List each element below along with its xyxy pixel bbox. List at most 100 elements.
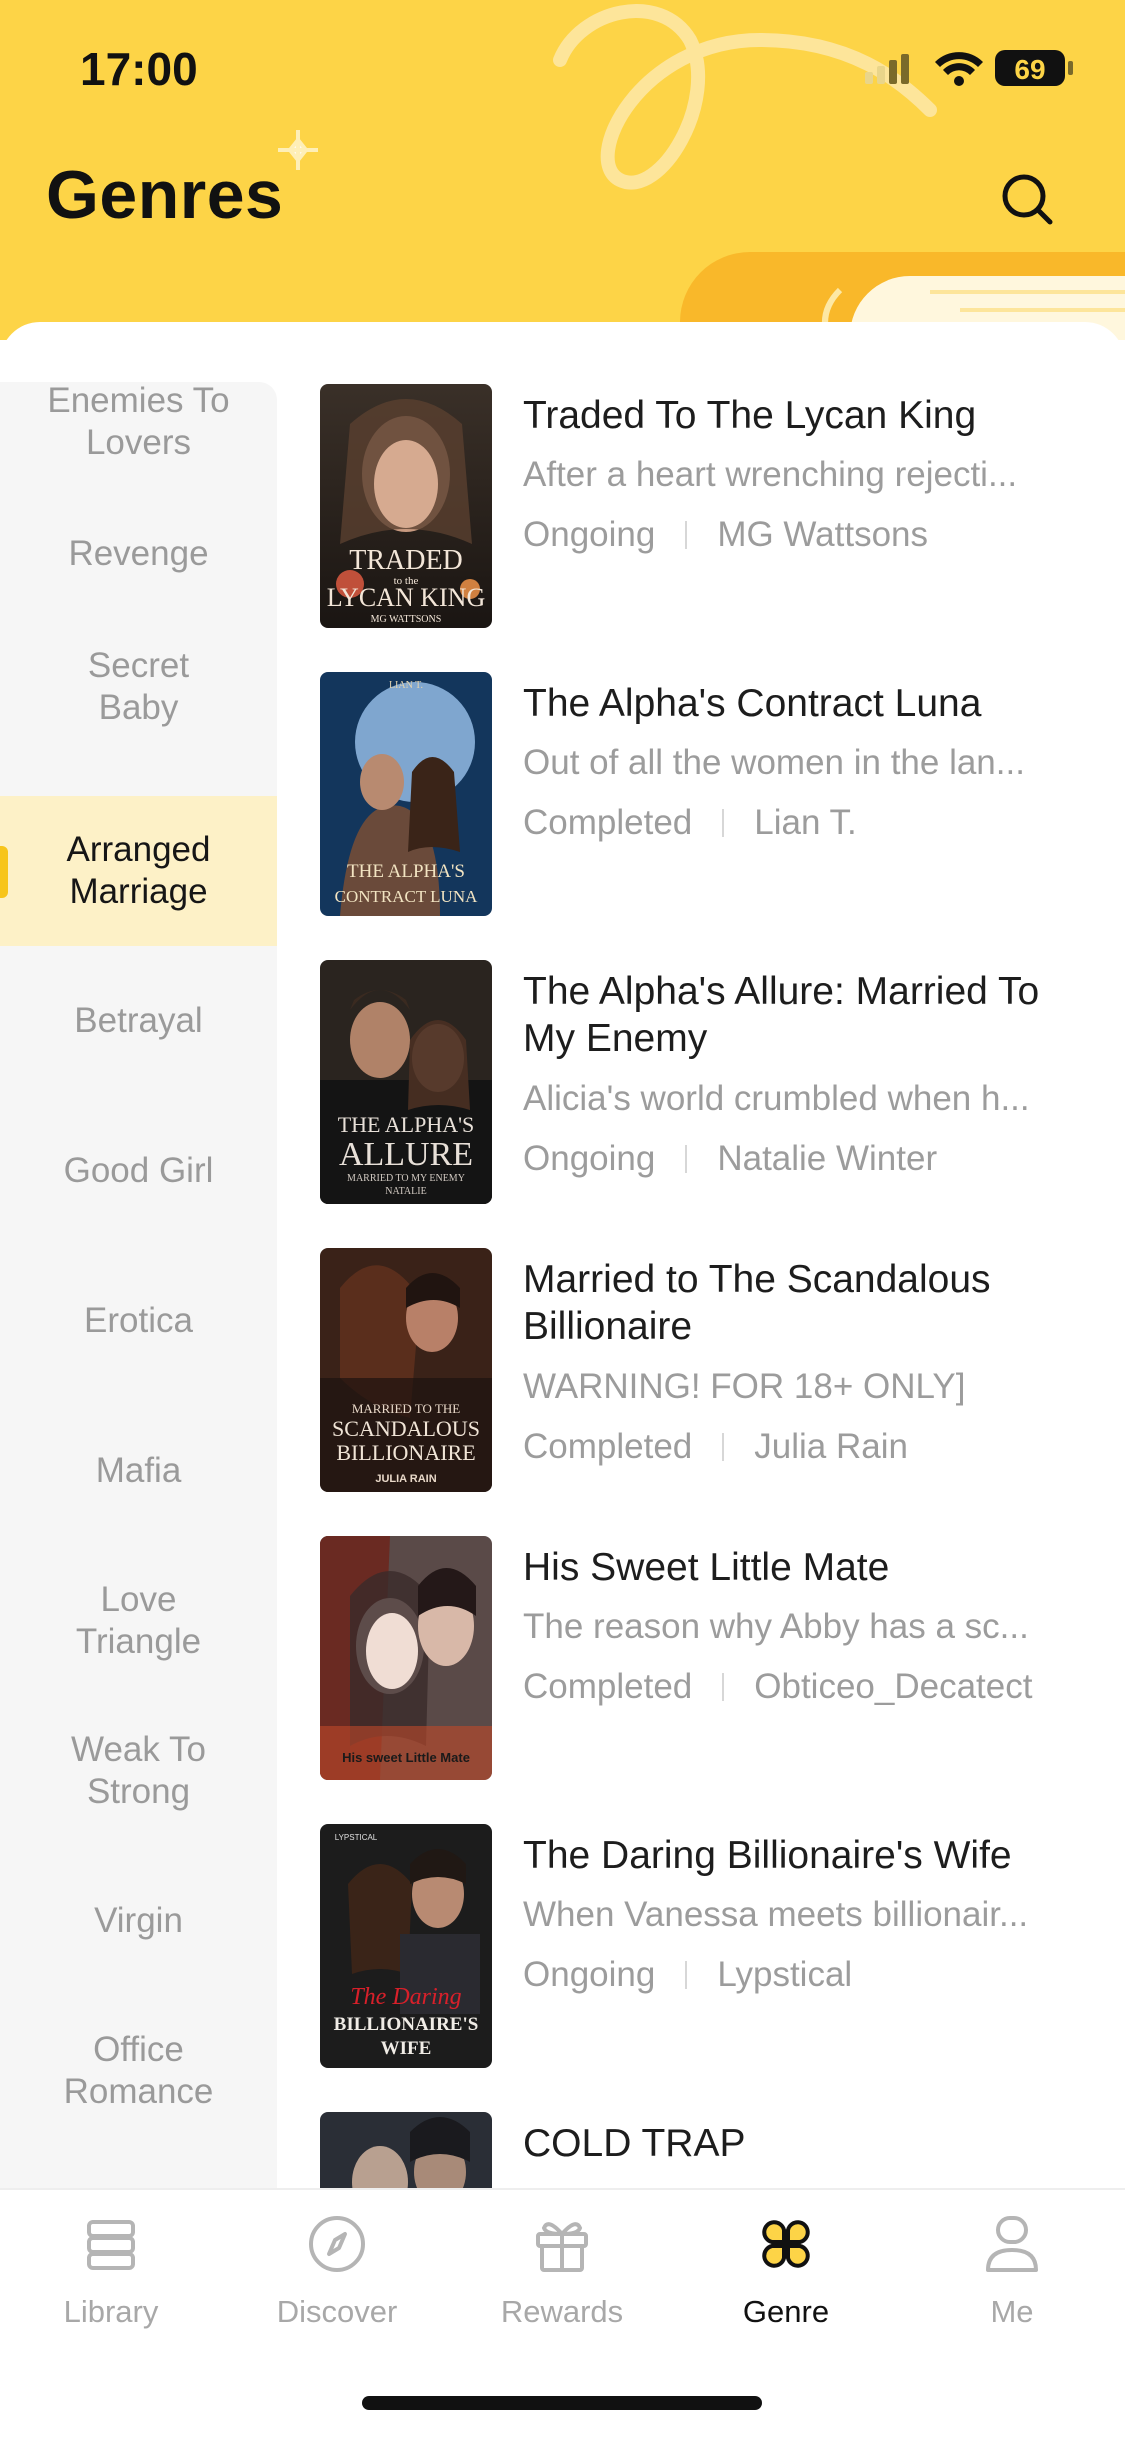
svg-text:MG WATTSONS: MG WATTSONS: [371, 614, 442, 625]
book-title: His Sweet Little Mate: [523, 1546, 890, 1589]
genre-item-office-romance[interactable]: Office Romance: [0, 1996, 277, 2146]
person-icon: [986, 2216, 1038, 2272]
book-status: Ongoing: [523, 515, 656, 554]
meta-divider: [685, 1961, 688, 1989]
genre-item-revenge[interactable]: Revenge: [0, 502, 277, 606]
home-indicator: [362, 2396, 762, 2410]
genre-sidebar[interactable]: Enemies To Lovers Revenge Secret Baby Ar…: [0, 382, 277, 2188]
tab-discover[interactable]: Discover: [242, 2212, 432, 2352]
meta-divider: [722, 1673, 725, 1701]
book-item[interactable]: LIAN T. THE ALPHA'S CONTRACT LUNA The Al…: [320, 672, 1090, 922]
book-title: Traded To The Lycan King: [523, 394, 977, 437]
svg-text:JULIA RAIN: JULIA RAIN: [375, 1473, 436, 1485]
book-description: Out of all the women in the lan...: [523, 743, 1025, 782]
meta-divider: [685, 521, 688, 549]
meta-divider: [685, 1145, 688, 1173]
genre-item-weak-to-strong[interactable]: Weak To Strong: [0, 1696, 277, 1846]
genre-item-mafia[interactable]: Mafia: [0, 1396, 277, 1546]
book-description: The reason why Abby has a sc...: [523, 1607, 1029, 1646]
genre-item-good-girl[interactable]: Good Girl: [0, 1096, 277, 1246]
svg-text:THE ALPHA'S: THE ALPHA'S: [338, 1112, 475, 1137]
search-icon: [1002, 174, 1053, 225]
svg-text:BILLIONAIRE'S: BILLIONAIRE'S: [334, 2014, 479, 2035]
battery-icon: 69: [995, 50, 1073, 86]
tab-label: Rewards: [500, 2294, 624, 2329]
svg-text:SCANDALOUS: SCANDALOUS: [332, 1416, 480, 1441]
gift-icon: [536, 2222, 588, 2272]
svg-text:The Daring: The Daring: [350, 1984, 461, 2010]
status-icons: 69: [865, 50, 1073, 86]
svg-text:LYCAN KING: LYCAN KING: [327, 583, 485, 612]
search-button[interactable]: [996, 168, 1060, 232]
book-cover: TRADED to the LYCAN KING MG WATTSONS: [320, 384, 492, 628]
status-time: 17:00: [80, 43, 198, 95]
book-author: Lypstical: [717, 1955, 853, 1994]
svg-text:LIAN T.: LIAN T.: [389, 680, 423, 691]
genre-item-betrayal[interactable]: Betrayal: [0, 946, 277, 1096]
genre-item-erotica[interactable]: Erotica: [0, 1246, 277, 1396]
book-author: MG Wattsons: [717, 515, 929, 554]
book-status: Completed: [523, 803, 693, 842]
tab-label: Discover: [276, 2294, 398, 2329]
book-author: Lian T.: [754, 803, 857, 842]
book-meta: Completed Obticeo_Decatect: [523, 1666, 1088, 1708]
tab-rewards[interactable]: Rewards: [467, 2212, 657, 2352]
book-description: After a heart wrenching rejecti...: [523, 455, 1018, 494]
svg-text:BILLIONAIRE: BILLIONAIRE: [336, 1440, 475, 1465]
svg-text:MARRIED TO THE: MARRIED TO THE: [352, 1401, 460, 1416]
book-status: Completed: [523, 1667, 693, 1706]
book-cover: LYPSTICAL The Daring BILLIONAIRE'S WIFE: [320, 1824, 492, 2068]
svg-text:THE ALPHA'S: THE ALPHA'S: [347, 861, 465, 882]
book-item[interactable]: LYPSTICAL The Daring BILLIONAIRE'S WIFE …: [320, 1824, 1090, 2074]
book-cover: [320, 2112, 492, 2188]
signal-icon: [865, 54, 909, 84]
genre-item-arranged-marriage[interactable]: Arranged Marriage: [0, 796, 277, 946]
clover-icon: [762, 2220, 810, 2268]
genre-item-love-triangle[interactable]: Love Triangle: [0, 1546, 277, 1696]
book-item[interactable]: MARRIED TO THE SCANDALOUS BILLIONAIRE JU…: [320, 1248, 1090, 1498]
header: 17:00 69 Genres: [0, 0, 1125, 340]
active-genre-marker: [0, 846, 8, 898]
svg-text:CONTRACT LUNA: CONTRACT LUNA: [335, 887, 478, 906]
book-meta: Ongoing Natalie Winter: [523, 1138, 1088, 1180]
book-item[interactable]: THE ALPHA'S ALLURE MARRIED TO MY ENEMY N…: [320, 960, 1090, 1210]
tab-label: Genre: [742, 2294, 830, 2329]
svg-text:ALLURE: ALLURE: [339, 1136, 473, 1173]
tab-me[interactable]: Me: [917, 2212, 1107, 2352]
book-author: Natalie Winter: [717, 1139, 938, 1178]
book-status: Ongoing: [523, 1139, 656, 1178]
tab-genre[interactable]: Genre: [691, 2212, 881, 2352]
svg-text:LYPSTICAL: LYPSTICAL: [335, 1833, 378, 1842]
svg-text:His sweet Little Mate: His sweet Little Mate: [342, 1750, 470, 1765]
book-description: Alicia's world crumbled when h...: [523, 1079, 1030, 1118]
genre-item-secret-baby[interactable]: Secret Baby: [0, 622, 277, 752]
book-meta: Completed Julia Rain: [523, 1426, 1088, 1468]
book-meta: Ongoing Lypstical: [523, 1954, 1088, 1996]
book-item[interactable]: TRADED to the LYCAN KING MG WATTSONS Tra…: [320, 384, 1090, 634]
book-author: Obticeo_Decatect: [754, 1667, 1033, 1706]
book-item[interactable]: His sweet Little Mate His Sweet Little M…: [320, 1536, 1090, 1786]
book-title: The Alpha's Allure: Married To My Enemy: [523, 970, 1040, 1060]
book-item[interactable]: COLD TRAP: [320, 2112, 1090, 2188]
book-title: Married to The Scandalous Billionaire: [523, 1258, 991, 1348]
book-title: The Daring Billionaire's Wife: [523, 1834, 1012, 1877]
book-cover: His sweet Little Mate: [320, 1536, 492, 1780]
book-author: Julia Rain: [754, 1427, 908, 1466]
meta-divider: [722, 1433, 725, 1461]
genre-item-enemies-to-lovers[interactable]: Enemies To Lovers: [0, 382, 277, 482]
tab-library[interactable]: Library: [16, 2212, 206, 2352]
page-title: Genres: [46, 157, 284, 233]
book-title: COLD TRAP: [523, 2122, 746, 2165]
wifi-icon: [935, 52, 983, 86]
genre-item-virgin[interactable]: Virgin: [0, 1846, 277, 1996]
book-title: The Alpha's Contract Luna: [523, 682, 982, 725]
svg-text:MARRIED TO MY ENEMY: MARRIED TO MY ENEMY: [347, 1173, 465, 1184]
book-meta: Completed Lian T.: [523, 802, 1088, 844]
library-icon: [87, 2220, 135, 2270]
book-meta: Ongoing MG Wattsons: [523, 514, 1088, 556]
compass-icon: [309, 2216, 365, 2272]
book-cover: MARRIED TO THE SCANDALOUS BILLIONAIRE JU…: [320, 1248, 492, 1492]
svg-text:WIFE: WIFE: [381, 2038, 432, 2059]
book-status: Completed: [523, 1427, 693, 1466]
svg-text:NATALIE: NATALIE: [385, 1186, 426, 1197]
